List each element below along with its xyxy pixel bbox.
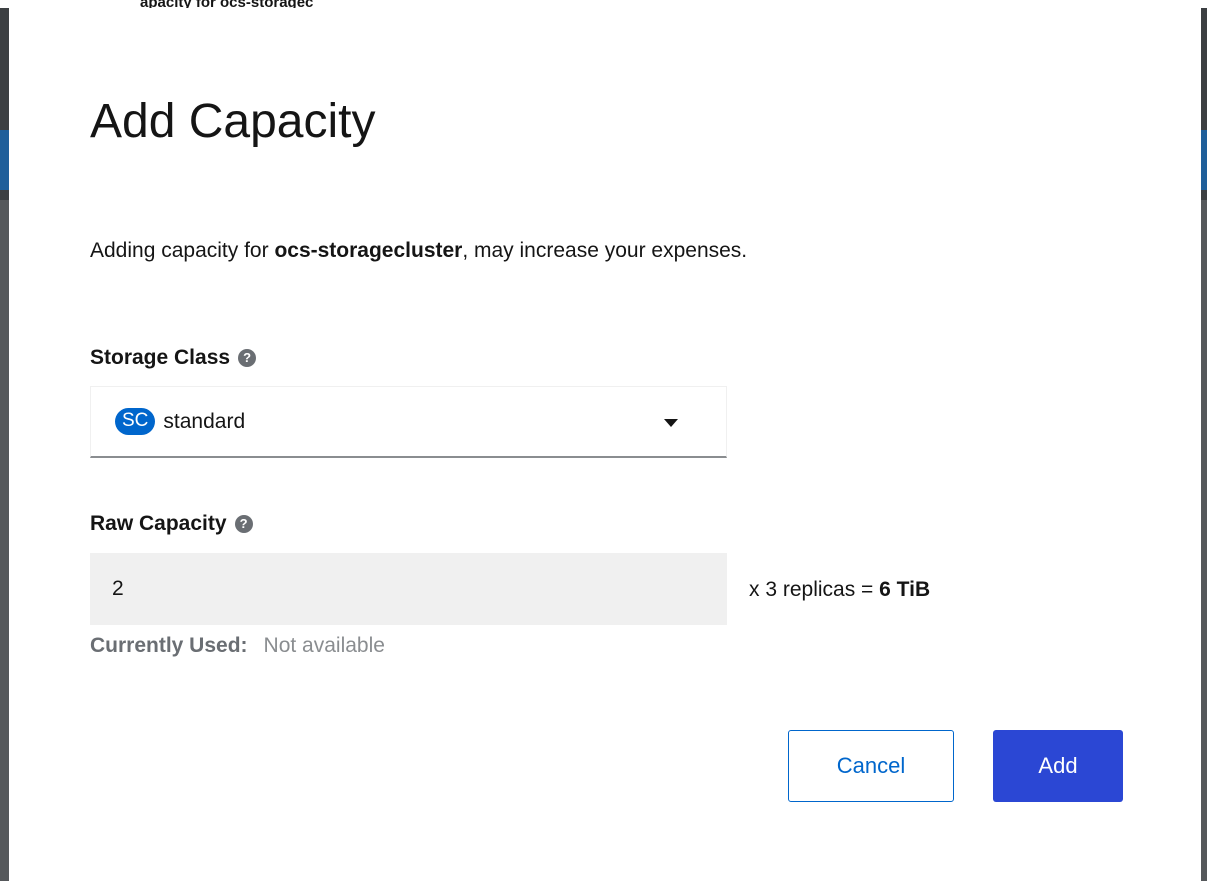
raw-capacity-help-icon[interactable]: ? [234, 515, 253, 533]
modal-description: Adding capacity for ocs-storagecluster, … [90, 239, 747, 263]
storage-class-dropdown[interactable]: SC standard [90, 386, 727, 458]
replicas-total: 6 TiB [879, 578, 931, 601]
replicas-summary: x 3 replicas = 6 TiB [749, 578, 930, 602]
storage-class-selected-value: standard [163, 409, 246, 433]
modal-title: Add Capacity [90, 95, 376, 148]
description-suffix: , may increase your expenses. [462, 239, 748, 262]
currently-used: Currently Used: Not available [90, 634, 385, 658]
description-cluster-name: ocs-storagecluster [274, 239, 463, 262]
raw-capacity-label-text: Raw Capacity [90, 512, 227, 535]
add-capacity-modal: Add Capacity Adding capacity for ocs-sto… [9, 8, 1201, 881]
description-prefix: Adding capacity for [90, 239, 275, 262]
cancel-button[interactable]: Cancel [788, 730, 954, 802]
storage-class-label: Storage Class ? [90, 346, 257, 370]
storage-class-badge: SC [115, 408, 156, 435]
background-top-bar: apacity for ocs-storagec [0, 0, 1207, 11]
caret-down-icon [664, 419, 678, 427]
currently-used-label: Currently Used: [90, 634, 248, 657]
currently-used-value: Not available [263, 634, 385, 657]
add-button[interactable]: Add [993, 730, 1123, 802]
raw-capacity-input[interactable] [90, 553, 727, 625]
raw-capacity-label: Raw Capacity ? [90, 512, 253, 536]
screen: apacity for ocs-storagec Add Capacity Ad… [0, 0, 1207, 881]
storage-class-label-text: Storage Class [90, 346, 231, 369]
storage-class-help-icon[interactable]: ? [238, 349, 257, 367]
replicas-prefix: x 3 replicas = [749, 578, 880, 601]
